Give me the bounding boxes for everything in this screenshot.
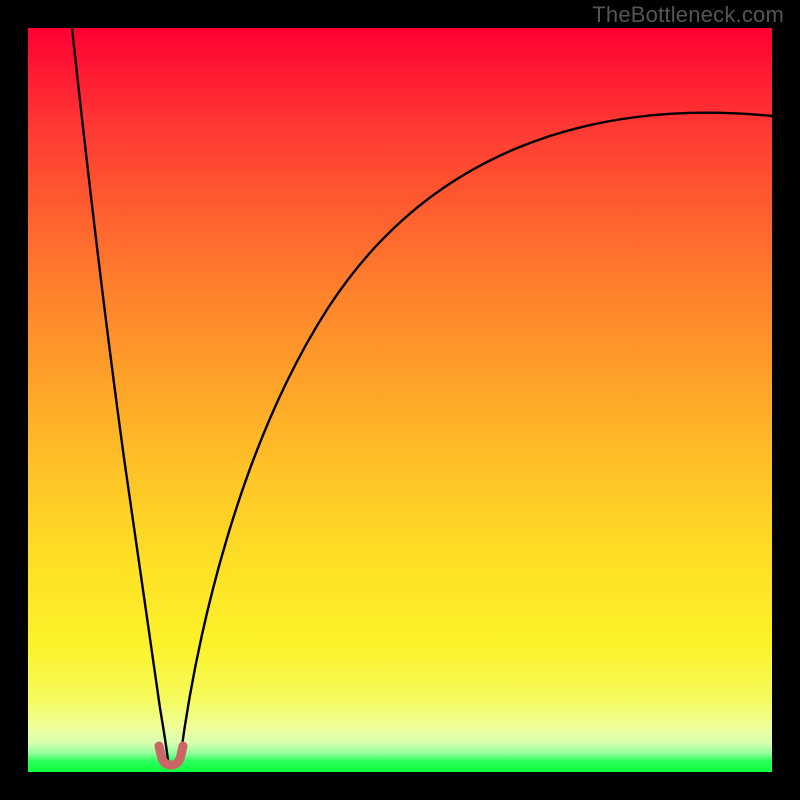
curve-left-branch bbox=[72, 28, 168, 760]
plot-area bbox=[28, 28, 772, 772]
bottom-u-marker bbox=[159, 746, 183, 765]
curve-right-branch bbox=[180, 113, 772, 760]
watermark-text: TheBottleneck.com bbox=[592, 2, 784, 28]
curve-overlay bbox=[28, 28, 772, 772]
chart-frame: TheBottleneck.com bbox=[0, 0, 800, 800]
